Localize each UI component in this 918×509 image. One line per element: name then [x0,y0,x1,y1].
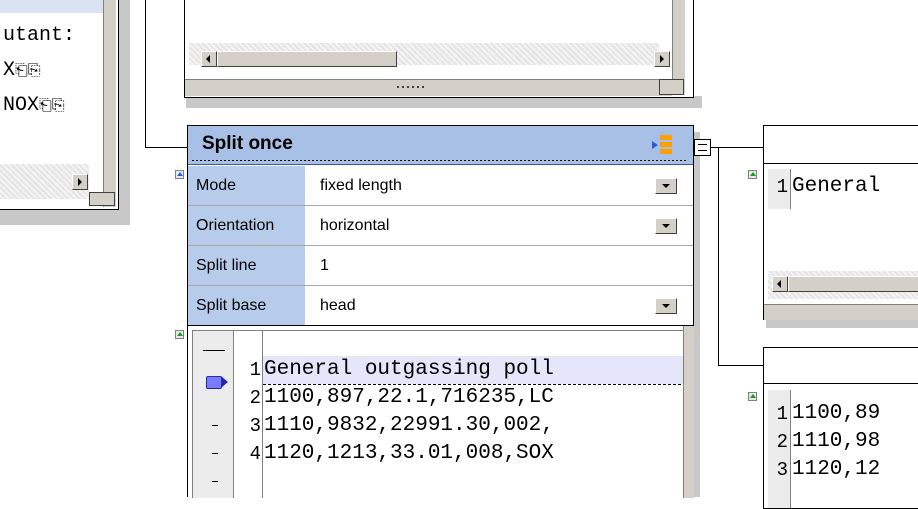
preview-line: 1120,12 [792,458,881,481]
connector-line [145,0,146,148]
prop-label: Mode [188,166,305,205]
prop-label: Split base [188,286,305,325]
header-underline [192,160,688,161]
collapse-toggle-icon[interactable] [748,392,757,401]
split-node: Split once Mode fixed length Orientation… [187,125,694,498]
line-number: 1 [776,403,788,425]
left-panel-line: utant: [3,24,76,47]
preview-line: 1110,98 [792,430,881,453]
line-number: 3 [776,459,788,481]
preview-line: 1120,1213,33.01,008,SOX [264,442,554,465]
prop-value[interactable]: fixed length [305,166,693,205]
gutter-dash [212,453,218,454]
prop-value[interactable]: horizontal [305,206,693,245]
left-panel: utant: X⎗⎘ NOX⎗⎘ [0,0,119,210]
line-number: 3 [249,415,261,437]
output-port-icon[interactable] [694,139,711,156]
panel-shadow [118,0,130,222]
scroll-left-button[interactable] [201,51,217,67]
preview-line: 1110,9832,22991.30,002, [264,414,554,437]
gutter-dash [203,350,225,351]
line-number: 1 [249,359,261,381]
gutter-dash [212,481,218,482]
line-number: 2 [249,387,261,409]
prop-row-mode[interactable]: Mode fixed length [188,166,693,206]
prop-label: Split line [188,246,305,285]
prop-label: Orientation [188,206,305,245]
dropdown-arrow-button[interactable] [655,218,677,234]
splitter-bar[interactable] [764,304,918,320]
prop-value[interactable]: head [305,286,693,325]
node-mode-icon[interactable] [652,135,674,155]
control-char-icon: ⎗⎘ [15,62,41,80]
scroll-right-button[interactable] [654,51,670,67]
dropdown-arrow-button[interactable] [655,298,677,314]
node-header[interactable]: Split once [188,126,693,165]
prop-value[interactable]: 1 [305,246,693,285]
connector-line [145,147,189,148]
preview-gutter [193,331,234,498]
resize-handle[interactable] [659,79,684,95]
preview-pane: 1 General outgassing poll 2 1100,897,22.… [188,326,694,498]
connector-line [718,147,719,365]
preview-line: General outgassing poll [264,358,554,381]
line-number: 2 [776,431,788,453]
connector-line [718,365,763,366]
right-top-header[interactable] [764,126,918,164]
line-number: 1 [776,176,788,198]
preview-line: General [792,175,881,198]
scroll-left-button[interactable] [772,276,788,292]
collapse-toggle-icon[interactable] [748,170,757,179]
dropdown-arrow-button[interactable] [655,178,677,194]
resize-handle[interactable] [89,192,115,206]
left-panel-line: X⎗⎘ [3,59,41,82]
preview-line: 1100,897,22.1,716235,LC [264,386,554,409]
preview-line: 1100,89 [792,402,881,425]
scroll-right-button[interactable] [72,174,88,190]
left-panel-vscroll[interactable] [103,0,116,207]
scroll-thumb[interactable] [788,276,918,292]
collapse-toggle-icon[interactable] [175,330,184,339]
right-bottom-header[interactable] [764,348,918,384]
prop-row-split-line[interactable]: Split line 1 [188,246,693,286]
right-top-panel: 1 General [763,125,918,320]
right-bottom-panel: 1 1100,89 2 1110,98 3 1120,12 [763,347,918,509]
scroll-thumb[interactable] [217,51,397,67]
node-title: Split once [202,133,293,154]
left-panel-header-strip [0,0,104,13]
left-panel-line: NOX⎗⎘ [3,94,65,117]
preview-vscroll[interactable] [683,326,694,498]
line-number: 4 [249,443,261,465]
current-line-marker-icon[interactable] [206,376,228,389]
gutter-dash [212,425,218,426]
prop-row-split-base[interactable]: Split base head [188,286,693,326]
prop-row-orientation[interactable]: Orientation horizontal [188,206,693,246]
control-char-icon: ⎗⎘ [39,97,65,115]
splitter-bar[interactable] [185,79,672,96]
collapse-toggle-icon[interactable] [175,170,184,179]
top-center-panel [184,0,694,98]
splitter-grip-dots [397,86,427,88]
